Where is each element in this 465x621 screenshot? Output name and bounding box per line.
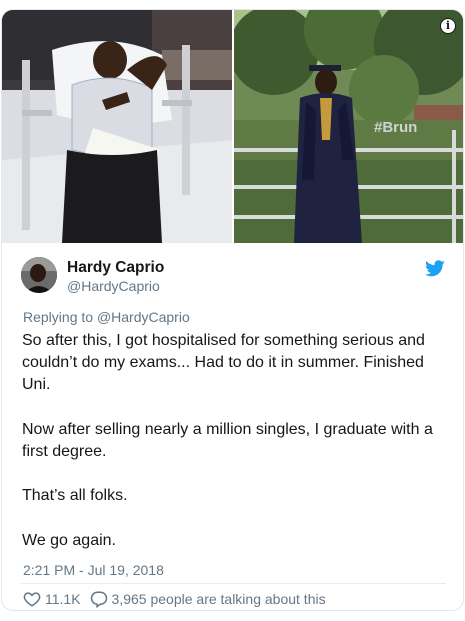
svg-text:#Brun: #Brun	[374, 119, 417, 136]
divider	[21, 583, 446, 584]
info-icon[interactable]: i	[440, 18, 456, 34]
avatar[interactable]	[21, 257, 57, 293]
info-glyph: i	[445, 19, 451, 32]
heart-icon[interactable]	[23, 590, 41, 608]
tweet-text: So after this, I got hospitalised for so…	[22, 332, 433, 549]
tweet-timestamp[interactable]: 2:21 PM - Jul 19, 2018	[23, 562, 164, 578]
tweet-card: #Brun i Hardy Caprio @HardyCaprio Replyi	[1, 9, 464, 611]
talking-about-link[interactable]: 3,965 people are talking about this	[112, 591, 326, 607]
tweet-media[interactable]: #Brun i	[2, 10, 463, 243]
replying-mention-link[interactable]: @HardyCaprio	[97, 309, 190, 325]
avatar-image	[21, 257, 57, 293]
engagement-bar: 11.1K 3,965 people are talking about thi…	[23, 589, 326, 609]
graduation-photo-image: #Brun	[234, 10, 463, 243]
author-display-name[interactable]: Hardy Caprio	[67, 259, 164, 277]
speech-bubble-icon[interactable]	[90, 590, 108, 608]
like-count[interactable]: 11.1K	[45, 591, 81, 607]
author-handle[interactable]: @HardyCaprio	[67, 278, 160, 294]
replying-to: Replying to @HardyCaprio	[23, 309, 190, 325]
graduation-photo[interactable]: #Brun	[234, 10, 463, 243]
hospital-bed-photo	[2, 10, 232, 243]
replying-prefix: Replying to	[23, 309, 97, 325]
hospital-photo[interactable]	[2, 10, 232, 243]
twitter-bird-icon[interactable]	[425, 260, 445, 277]
